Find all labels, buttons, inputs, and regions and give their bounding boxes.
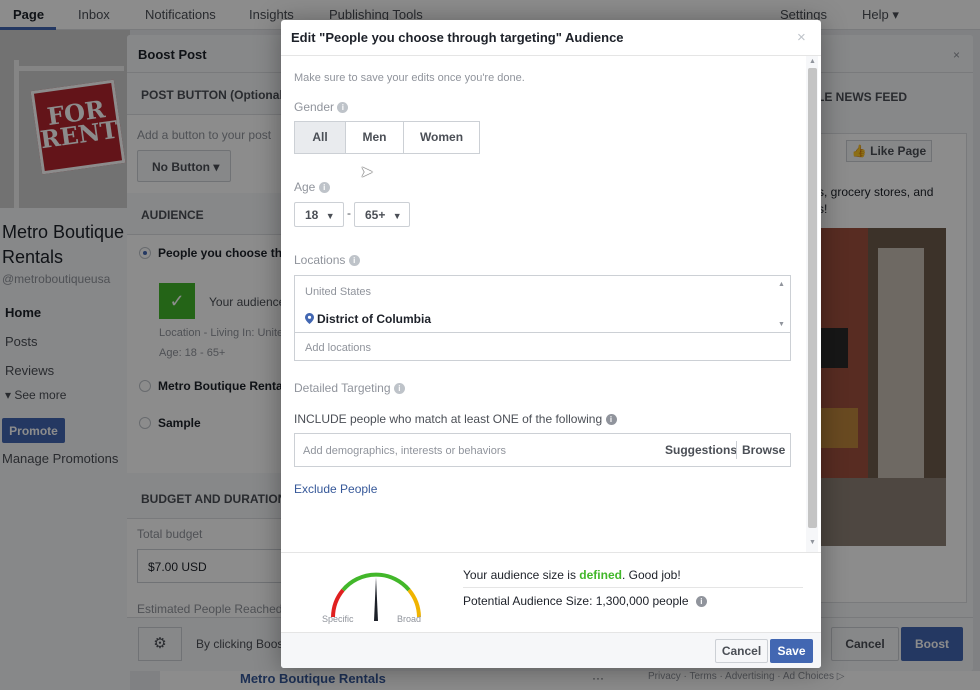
gender-label-row: Gender i	[294, 100, 349, 114]
include-text-row: INCLUDE people who match at least ONE of…	[294, 412, 617, 426]
gender-label: Gender	[294, 100, 335, 114]
audience-size-suffix: . Good job!	[621, 568, 681, 582]
edit-audience-modal: Edit "People you choose through targetin…	[281, 20, 821, 668]
gauge-broad-label: Broad	[397, 614, 422, 624]
modal-title: Edit "People you choose through targetin…	[291, 30, 624, 45]
divider	[736, 441, 737, 459]
detailed-targeting-label-row: Detailed Targeting i	[294, 381, 405, 395]
info-icon[interactable]: i	[393, 383, 405, 395]
age-max-dropdown[interactable]: 65+ ▼	[354, 202, 410, 227]
info-icon[interactable]: i	[348, 255, 360, 267]
close-icon[interactable]: ×	[797, 29, 806, 46]
browse-button[interactable]: Browse	[742, 443, 785, 457]
info-icon[interactable]: i	[318, 182, 330, 194]
location-country: United States	[305, 286, 372, 298]
map-pin-icon	[305, 313, 314, 324]
scrollbar-thumb[interactable]	[808, 68, 817, 528]
age-min-value: 18	[305, 208, 319, 222]
age-separator: -	[347, 206, 351, 220]
info-icon[interactable]: i	[695, 596, 707, 608]
suggestions-button[interactable]: Suggestions	[665, 443, 737, 457]
save-hint: Make sure to save your edits once you're…	[294, 72, 525, 84]
age-label: Age	[294, 180, 316, 194]
age-min-dropdown[interactable]: 18 ▼	[294, 202, 344, 227]
location-item[interactable]: District of Columbia	[317, 312, 431, 326]
chevron-down-icon: ▼	[392, 211, 402, 221]
info-icon[interactable]: i	[337, 102, 349, 114]
divider	[463, 587, 803, 588]
save-button[interactable]: Save	[770, 639, 813, 663]
detailed-targeting-label: Detailed Targeting	[294, 381, 391, 395]
locations-box: United States District of Columbia ▲ ▼ A…	[294, 275, 791, 361]
scroll-down-icon[interactable]: ▼	[778, 321, 785, 328]
potential-audience-row: Potential Audience Size: 1,300,000 peopl…	[463, 594, 707, 608]
audience-size-defined: defined	[579, 568, 622, 582]
detailed-targeting-input[interactable]: Add demographics, interests or behaviors	[303, 445, 506, 457]
locations-label: Locations	[294, 253, 346, 267]
detailed-targeting-box: Add demographics, interests or behaviors…	[294, 433, 791, 467]
audience-size-status: Your audience size is defined. Good job!	[463, 568, 681, 582]
info-icon[interactable]: i	[605, 414, 617, 426]
gender-women-button[interactable]: Women	[403, 121, 480, 154]
potential-audience-size: Potential Audience Size: 1,300,000 peopl…	[463, 594, 689, 608]
gender-men-button[interactable]: Men	[345, 121, 404, 154]
gauge-specific-label: Specific	[322, 614, 354, 624]
cancel-button[interactable]: Cancel	[715, 639, 768, 663]
scroll-up-icon[interactable]: ▲	[809, 58, 816, 65]
scroll-up-icon[interactable]: ▲	[778, 281, 785, 288]
chevron-down-icon: ▼	[325, 211, 335, 221]
add-locations-input[interactable]: Add locations	[295, 332, 790, 360]
modal-header: Edit "People you choose through targetin…	[281, 20, 821, 56]
exclude-people-link[interactable]: Exclude People	[294, 482, 377, 496]
scroll-down-icon[interactable]: ▼	[809, 539, 816, 546]
audience-size-panel: Specific Broad Your audience size is def…	[281, 552, 821, 632]
audience-size-prefix: Your audience size is	[463, 568, 580, 582]
mouse-cursor-icon: ➤	[360, 164, 374, 181]
include-text: INCLUDE people who match at least ONE of…	[294, 412, 603, 426]
age-max-value: 65+	[365, 208, 386, 222]
gender-all-button[interactable]: All	[294, 121, 346, 154]
age-label-row: Age i	[294, 180, 330, 194]
locations-label-row: Locations i	[294, 253, 360, 267]
